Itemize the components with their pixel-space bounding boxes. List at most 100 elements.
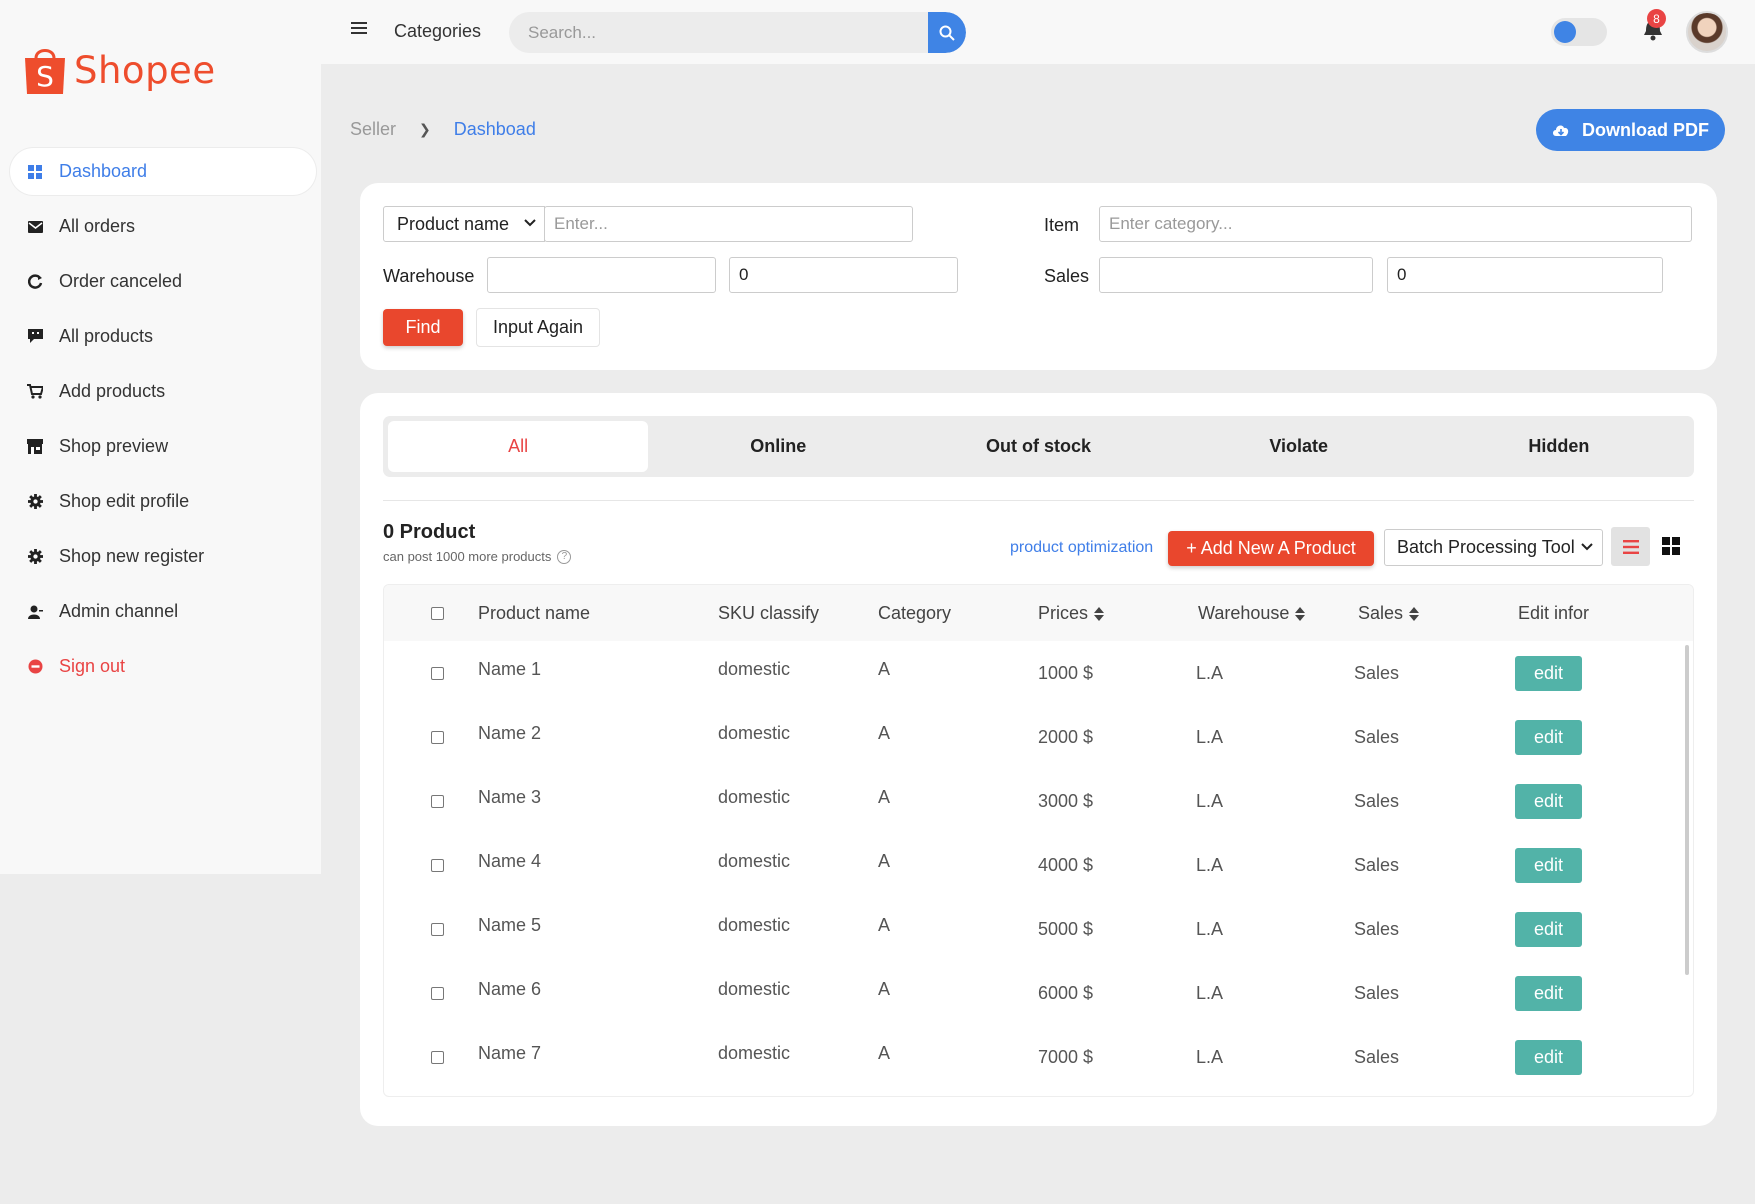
cell-sales: Sales [1354,791,1400,811]
sort-icon [1295,606,1306,621]
input-again-button[interactable]: Input Again [476,308,600,347]
sidebar-item-order-canceled[interactable]: Order canceled [10,258,316,305]
sidebar-item-shop-new-register[interactable]: Shop new register [10,533,316,580]
row-checkbox[interactable] [431,923,444,936]
chevron-down-icon [1581,543,1593,551]
edit-button[interactable]: edit [1515,656,1582,691]
grid-view-icon[interactable] [1662,537,1680,555]
sidebar-item-all-products[interactable]: All products [10,313,316,360]
header-warehouse[interactable]: Warehouse [1198,603,1306,624]
header-label: Edit infor [1518,603,1590,623]
row-checkbox[interactable] [431,731,444,744]
sales-to-input[interactable] [1387,257,1663,293]
user-icon [26,603,44,621]
breadcrumb-current: Dashboad [453,119,536,139]
help-circle-icon[interactable]: ? [557,549,572,564]
product-field-value: Product name [397,213,510,234]
cell-sales: Sales [1354,663,1400,683]
tab-hidden[interactable]: Hidden [1429,421,1689,472]
row-checkbox[interactable] [431,987,444,1000]
cell-sales: Sales [1354,727,1400,747]
warehouse-from-input[interactable] [487,257,716,293]
cell-warehouse: L.A [1196,663,1224,683]
cloud-download-icon [1553,125,1569,136]
tab-online[interactable]: Online [648,421,908,472]
select-all-checkbox[interactable] [431,607,444,620]
cell-sku: domestic [718,659,791,679]
shopee-logo[interactable]: S Shopee [22,44,216,96]
row-checkbox[interactable] [431,859,444,872]
cell-category: A [878,979,891,999]
product-optimization-link[interactable]: product optimization [1010,539,1153,557]
product-quota: can post 1000 more products ? [383,549,572,564]
sort-icon [1094,606,1105,621]
sidebar-item-add-products[interactable]: Add products [10,368,316,415]
row-checkbox[interactable] [431,1051,444,1064]
edit-button[interactable]: edit [1515,720,1582,755]
table-row: Name 3 domestic A 3000 $ L.A Sales edit [384,769,1693,833]
search-input[interactable] [509,12,928,53]
header-sales[interactable]: Sales [1358,603,1420,624]
item-category-input[interactable] [1099,206,1692,242]
cell-name: Name 6 [478,979,542,999]
header-label: Product name [478,603,591,623]
cell-sku: domestic [718,787,791,807]
edit-button[interactable]: edit [1515,976,1582,1011]
warehouse-to-input[interactable] [729,257,958,293]
edit-button[interactable]: edit [1515,784,1582,819]
cell-warehouse: L.A [1196,983,1224,1003]
table-row: Name 7 domestic A 7000 $ L.A Sales edit [384,1025,1693,1089]
refresh-icon [26,273,44,291]
sidebar-item-shop-preview[interactable]: Shop preview [10,423,316,470]
cell-category: A [878,915,891,935]
download-pdf-button[interactable]: Download PDF [1536,109,1725,151]
header-category: Category [878,603,951,624]
tab-out-of-stock[interactable]: Out of stock [908,421,1168,472]
table-header: Product name SKU classify Category Price… [384,585,1693,641]
batch-processing-select[interactable]: Batch Processing Tool [1384,529,1603,566]
cell-category: A [878,659,891,679]
tab-all[interactable]: All [388,421,649,472]
hamburger-menu-icon[interactable] [351,22,367,36]
add-new-product-button[interactable]: + Add New A Product [1168,531,1374,566]
product-field-select[interactable]: Product name [383,206,545,242]
header-prices[interactable]: Prices [1038,603,1105,624]
search-button[interactable] [928,12,966,53]
row-checkbox[interactable] [431,795,444,808]
list-view-button[interactable] [1611,527,1650,566]
table-row: Name 2 domestic A 2000 $ L.A Sales edit [384,705,1693,769]
divider [383,500,1694,501]
avatar[interactable] [1686,11,1728,53]
tab-violate[interactable]: Violate [1169,421,1429,472]
sidebar-item-all-orders[interactable]: All orders [10,203,316,250]
edit-button[interactable]: edit [1515,1040,1582,1075]
cell-price: 1000 $ [1038,663,1094,683]
item-label: Item [1044,215,1080,235]
sales-from-input[interactable] [1099,257,1373,293]
sidebar-item-label: Shop new register [59,546,205,566]
row-checkbox[interactable] [431,667,444,680]
find-button[interactable]: Find [383,309,463,346]
notification-badge: 8 [1647,9,1666,28]
table-row: Name 4 domestic A 4000 $ L.A Sales edit [384,833,1693,897]
product-quota-text: can post 1000 more products [383,549,552,564]
sidebar-item-dashboard[interactable]: Dashboard [10,148,316,195]
theme-toggle[interactable] [1551,18,1607,46]
sidebar-item-sign-out[interactable]: Sign out [10,643,316,690]
cart-plus-icon [26,383,44,401]
product-search-input[interactable] [544,206,913,242]
sidebar-item-label: Sign out [59,656,126,676]
gear-icon [26,493,44,511]
sidebar-item-admin-channel[interactable]: Admin channel [10,588,316,635]
edit-button[interactable]: edit [1515,912,1582,947]
chevron-down-icon [524,219,536,227]
table-scrollbar[interactable] [1685,645,1689,975]
comment-icon [26,328,44,346]
sidebar-item-label: Admin channel [59,601,179,621]
categories-link[interactable]: Categories [394,21,481,42]
sidebar-item-shop-edit-profile[interactable]: Shop edit profile [10,478,316,525]
breadcrumb-seller[interactable]: Seller [350,119,396,140]
cell-name: Name 7 [478,1043,542,1063]
edit-button[interactable]: edit [1515,848,1582,883]
gear-icon [26,548,44,566]
